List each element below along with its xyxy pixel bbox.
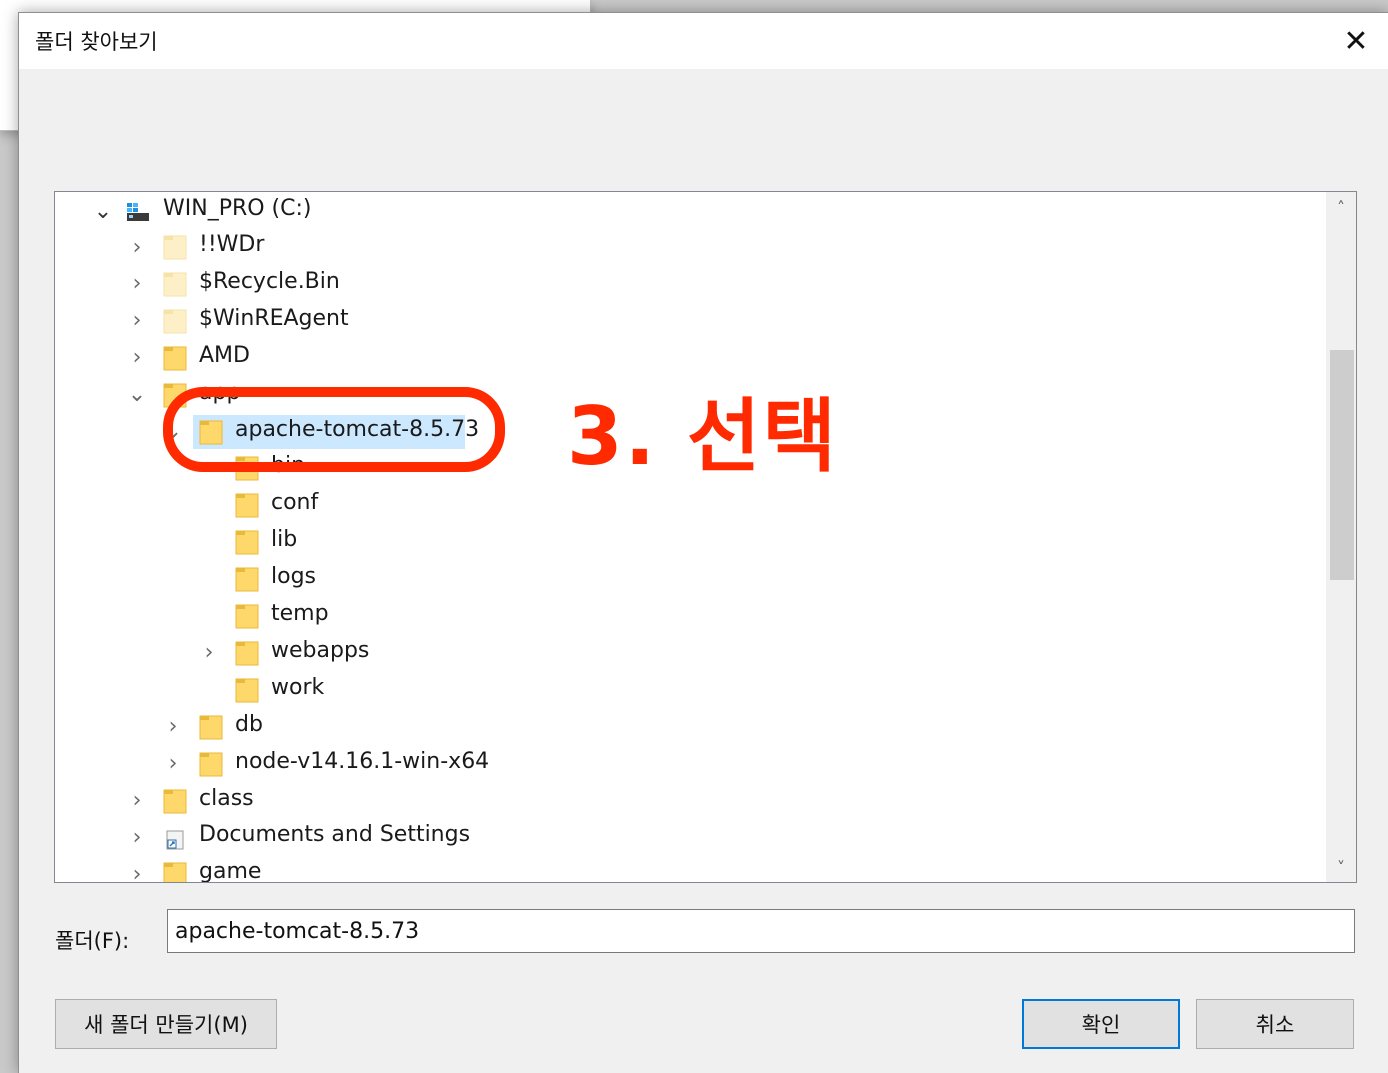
folder-icon — [235, 639, 259, 667]
tree-item-label: class — [199, 785, 254, 811]
tree-item[interactable]: › webapps — [55, 636, 1315, 670]
chevron-right-icon[interactable]: › — [163, 751, 183, 776]
chevron-right-icon[interactable]: › — [199, 640, 219, 665]
tree-item[interactable]: › node-v14.16.1-win-x64 — [55, 747, 1315, 781]
chevron-right-icon[interactable]: › — [127, 308, 147, 333]
folder-icon — [163, 787, 187, 815]
tree-item[interactable]: lib — [55, 525, 1315, 559]
chevron-right-icon[interactable]: › — [163, 714, 183, 739]
chevron-down-icon[interactable]: ⌄ — [127, 382, 147, 407]
annotation-highlight-ellipse — [163, 387, 505, 472]
tree-item-label: webapps — [271, 637, 370, 663]
browse-folder-dialog: 폴더 찾아보기 ✕ ⌄ WIN_PRO (C:) › !!WDr › $Recycle… — [18, 12, 1388, 1073]
chevron-right-icon[interactable]: › — [127, 788, 147, 813]
annotation-label: 3. 선택 — [567, 390, 839, 483]
tree-item[interactable]: › game — [55, 857, 1315, 883]
folder-hidden-icon — [163, 307, 187, 335]
tree-item-label: Documents and Settings — [199, 822, 471, 848]
cancel-button[interactable]: 취소 — [1196, 999, 1354, 1049]
tree-item-label: temp — [271, 601, 329, 626]
close-icon: ✕ — [1343, 23, 1369, 59]
shortcut-folder-icon — [163, 823, 187, 851]
folder-icon — [199, 750, 223, 778]
tree-item[interactable]: logs — [55, 562, 1315, 596]
tree-item[interactable]: › $WinREAgent — [55, 304, 1315, 338]
tree-item[interactable]: › db — [55, 710, 1315, 744]
ok-button[interactable]: 확인 — [1022, 999, 1180, 1049]
tree-item-label: db — [235, 711, 263, 737]
chevron-right-icon[interactable]: › — [127, 825, 147, 850]
folder-hidden-icon — [163, 233, 187, 261]
tree-item-label: $WinREAgent — [199, 305, 349, 331]
folder-field-label: 폴더(F): — [55, 929, 130, 953]
tree-item[interactable]: › $Recycle.Bin — [55, 267, 1315, 301]
scroll-down-arrow-icon[interactable]: ˅ — [1326, 852, 1356, 882]
chevron-right-icon[interactable]: › — [127, 235, 147, 260]
chevron-right-icon[interactable]: › — [127, 862, 147, 882]
tree-item-label: game — [199, 859, 262, 883]
tree-item-label: $Recycle.Bin — [199, 268, 340, 294]
tree-item[interactable]: conf — [55, 488, 1315, 522]
scrollbar-thumb[interactable] — [1330, 350, 1354, 580]
vertical-scrollbar[interactable]: ˄ ˅ — [1326, 192, 1356, 882]
folder-icon — [235, 491, 259, 519]
tree-item-label: WIN_PRO (C:) — [163, 196, 312, 221]
tree-item[interactable]: › !!WDr — [55, 230, 1315, 264]
tree-item-label: !!WDr — [199, 232, 265, 257]
chevron-right-icon[interactable]: › — [127, 345, 147, 370]
tree-item[interactable]: › AMD — [55, 341, 1315, 375]
tree-item-label: lib — [271, 527, 298, 553]
tree-item-label: work — [271, 674, 325, 700]
tree-item-label: logs — [271, 564, 316, 590]
dialog-title: 폴더 찾아보기 — [35, 30, 158, 54]
tree-item[interactable]: temp — [55, 599, 1315, 633]
folder-tree[interactable]: ⌄ WIN_PRO (C:) › !!WDr › $Recycle.Bin › $WinR… — [54, 191, 1357, 883]
folder-icon — [235, 676, 259, 704]
folder-icon — [235, 528, 259, 556]
folder-icon — [199, 713, 223, 741]
drive-icon — [125, 197, 149, 225]
folder-icon — [235, 602, 259, 630]
folder-hidden-icon — [163, 270, 187, 298]
folder-icon — [163, 344, 187, 372]
chevron-right-icon[interactable]: › — [127, 271, 147, 296]
tree-item-drive[interactable]: ⌄ WIN_PRO (C:) — [55, 194, 1315, 228]
new-folder-button[interactable]: 새 폴더 만들기(M) — [55, 999, 277, 1049]
tree-item-label: AMD — [199, 342, 250, 368]
tree-item[interactable]: work — [55, 673, 1315, 707]
tree-item-label: conf — [271, 490, 319, 516]
scroll-up-arrow-icon[interactable]: ˄ — [1326, 192, 1356, 222]
tree-item[interactable]: › Documents and Settings — [55, 820, 1315, 854]
chevron-down-icon[interactable]: ⌄ — [93, 199, 113, 224]
close-button[interactable]: ✕ — [1323, 13, 1388, 69]
tree-item-label: node-v14.16.1-win-x64 — [235, 748, 490, 774]
folder-name-input[interactable] — [167, 909, 1355, 953]
tree-item[interactable]: › class — [55, 784, 1315, 818]
title-bar: 폴더 찾아보기 ✕ — [19, 13, 1388, 69]
folder-icon — [163, 860, 187, 882]
folder-icon — [235, 565, 259, 593]
